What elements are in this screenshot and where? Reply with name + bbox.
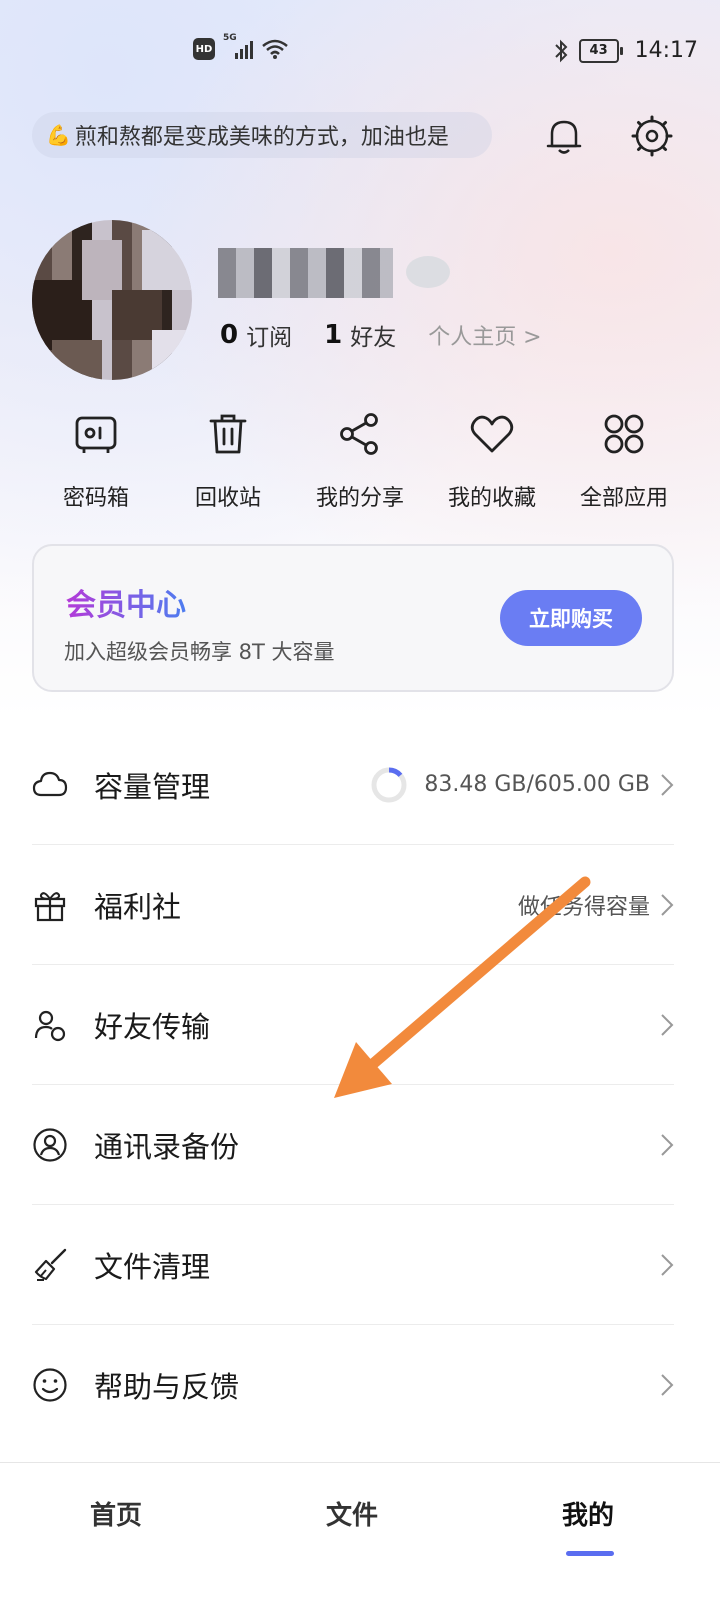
chevron-right-icon bbox=[661, 893, 674, 916]
notification-bell-icon[interactable] bbox=[542, 114, 586, 158]
menu-item-contact-backup[interactable]: 通讯录备份 bbox=[32, 1085, 674, 1205]
bluetooth-icon bbox=[554, 39, 568, 62]
motto-text: 煎和熬都是变成美味的方式，加油也是 bbox=[74, 125, 449, 150]
menu-label: 容量管理 bbox=[94, 769, 211, 804]
friend-count: 1 bbox=[324, 320, 343, 350]
muscle-emoji-icon: 💪 bbox=[46, 123, 71, 147]
wifi-icon bbox=[262, 39, 288, 59]
menu-item-storage[interactable]: 容量管理 83.48 GB/605.00 GB bbox=[32, 725, 674, 845]
menu-label: 好友传输 bbox=[94, 1009, 211, 1044]
welfare-hint: 做任务得容量 bbox=[517, 894, 650, 920]
friend-label[interactable]: 好友 bbox=[350, 318, 396, 352]
shortcut-bar: 密码箱 回收站 我的分享 我的收藏 全部应用 bbox=[32, 410, 688, 512]
user-badge-blurred bbox=[406, 256, 450, 288]
share-icon bbox=[340, 413, 378, 455]
menu-item-friend-transfer[interactable]: 好友传输 bbox=[32, 965, 674, 1085]
smile-icon bbox=[33, 1367, 67, 1402]
shortcut-all-apps[interactable]: 全部应用 bbox=[560, 410, 688, 512]
cloud-icon bbox=[32, 771, 68, 796]
broom-icon bbox=[34, 1248, 67, 1281]
avatar[interactable] bbox=[32, 220, 192, 380]
active-tab-indicator bbox=[566, 1551, 614, 1556]
bottom-nav: 首页 文件 我的 bbox=[0, 1462, 720, 1601]
subscribe-count: 0 bbox=[220, 320, 239, 350]
status-bar: HD 5G 43 14:17 bbox=[0, 0, 720, 100]
battery-icon: 43 bbox=[578, 38, 623, 63]
vip-subtitle: 加入超级会员畅享 8T 大容量 bbox=[64, 640, 335, 664]
network-type: 5G bbox=[223, 33, 253, 59]
menu-item-welfare[interactable]: 福利社 做任务得容量 bbox=[32, 845, 674, 965]
menu-item-file-cleanup[interactable]: 文件清理 bbox=[32, 1205, 674, 1325]
vip-center-card[interactable]: 会员中心 加入超级会员畅享 8T 大容量 立即购买 bbox=[32, 544, 674, 692]
hd-badge: HD bbox=[193, 38, 215, 60]
chevron-right-icon bbox=[661, 1253, 674, 1276]
friend-transfer-icon bbox=[34, 1010, 66, 1041]
menu-item-help-feedback[interactable]: 帮助与反馈 bbox=[32, 1325, 674, 1444]
clock: 14:17 bbox=[634, 38, 698, 63]
shortcut-recycle-bin[interactable]: 回收站 bbox=[164, 410, 292, 512]
vip-title: 会员中心 bbox=[66, 580, 186, 624]
shortcut-label: 我的分享 bbox=[315, 486, 404, 511]
shortcut-label: 回收站 bbox=[194, 486, 261, 511]
settings-gear-icon[interactable] bbox=[630, 114, 674, 158]
menu-label: 文件清理 bbox=[94, 1249, 211, 1284]
storage-ring-icon bbox=[371, 767, 407, 802]
tab-files[interactable]: 文件 bbox=[326, 1495, 378, 1532]
settings-menu: 容量管理 83.48 GB/605.00 GB 福利社 做任务得容量 好友传输 … bbox=[32, 725, 674, 1444]
menu-label: 福利社 bbox=[94, 889, 182, 924]
tab-mine[interactable]: 我的 bbox=[562, 1495, 614, 1532]
heart-icon bbox=[470, 415, 514, 453]
profile-stats: 0 订阅 1 好友 个人主页 > bbox=[220, 318, 542, 352]
chevron-right-icon bbox=[661, 1373, 674, 1396]
trash-icon bbox=[209, 414, 247, 454]
shortcut-label: 全部应用 bbox=[579, 486, 668, 511]
safe-box-icon bbox=[75, 416, 117, 453]
subscribe-label[interactable]: 订阅 bbox=[246, 318, 292, 352]
motto-banner[interactable]: 💪 煎和熬都是变成美味的方式，加油也是 bbox=[32, 112, 492, 158]
shortcut-favorites[interactable]: 我的收藏 bbox=[428, 410, 556, 512]
contact-icon bbox=[33, 1127, 67, 1162]
apps-grid-icon bbox=[604, 414, 644, 454]
chevron-right-icon bbox=[661, 773, 674, 796]
storage-usage: 83.48 GB/605.00 GB bbox=[424, 772, 650, 797]
menu-label: 帮助与反馈 bbox=[94, 1369, 240, 1404]
shortcut-my-shares[interactable]: 我的分享 bbox=[296, 410, 424, 512]
shortcut-safe-box[interactable]: 密码箱 bbox=[32, 410, 160, 512]
buy-now-button[interactable]: 立即购买 bbox=[500, 590, 642, 646]
tab-home[interactable]: 首页 bbox=[90, 1495, 142, 1532]
shortcut-label: 我的收藏 bbox=[447, 486, 536, 511]
homepage-link[interactable]: 个人主页 > bbox=[428, 319, 541, 351]
gift-icon bbox=[34, 891, 66, 921]
shortcut-label: 密码箱 bbox=[62, 486, 129, 511]
chevron-right-icon bbox=[661, 1133, 674, 1156]
menu-label: 通讯录备份 bbox=[94, 1129, 240, 1164]
chevron-right-icon bbox=[661, 1013, 674, 1036]
username-blurred bbox=[218, 248, 393, 298]
